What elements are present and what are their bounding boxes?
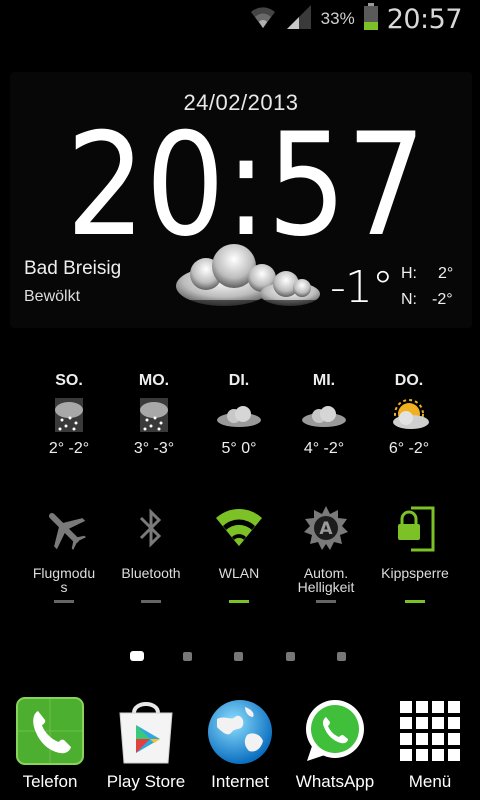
app-grid-icon	[382, 697, 478, 763]
high-label: H:	[401, 265, 417, 282]
toggle-kippsperre[interactable]: Kippsperre	[367, 504, 463, 604]
toggle-flugmodus[interactable]: Flugmodus	[16, 504, 112, 604]
phone-icon	[2, 697, 98, 765]
weather-condition: Bewölkt	[24, 288, 81, 305]
low-label: N:	[401, 291, 417, 308]
forecast-day[interactable]: SO. 2° -2°	[27, 372, 111, 458]
app-internet[interactable]: Internet	[192, 694, 288, 800]
play-store-icon	[98, 697, 194, 767]
forecast-temps: 2° -2°	[48, 440, 90, 457]
forecast-temps: 5° 0°	[221, 440, 257, 457]
status-bar[interactable]: 33% 20:57	[0, 0, 480, 38]
auto-brightness-icon: A	[278, 504, 374, 552]
battery-icon	[363, 2, 379, 36]
forecast-temps: 6° -2°	[388, 440, 430, 457]
toggle-label: Kippsperre	[381, 565, 449, 581]
airplane-icon	[16, 504, 112, 552]
cloud-icon	[162, 242, 330, 331]
toggle-auto-brightness[interactable]: A Autom. Helligkeit	[278, 504, 374, 604]
forecast-day-name: DO.	[394, 372, 424, 389]
whatsapp-icon	[287, 697, 383, 765]
app-whatsapp[interactable]: WhatsApp	[287, 694, 383, 800]
forecast-temps: 3° -3°	[133, 440, 175, 457]
signal-icon	[285, 4, 313, 35]
page-dot-active[interactable]	[130, 651, 144, 661]
toggle-state-indicator	[316, 600, 336, 603]
toggle-state-indicator	[54, 600, 74, 603]
current-temperature: -1°	[330, 262, 394, 313]
battery-percent: 33%	[320, 9, 355, 28]
cloud-icon	[299, 396, 349, 434]
page-dot[interactable]	[286, 652, 295, 661]
toggle-label: WLAN	[218, 565, 260, 581]
app-play-store[interactable]: Play Store	[98, 694, 194, 800]
quick-settings-widget: Flugmodus Bluetooth WLAN A Autom. Hellig…	[0, 504, 480, 604]
forecast-day-name: SO.	[55, 372, 83, 389]
toggle-state-indicator	[141, 600, 161, 603]
toggle-label: Bluetooth	[121, 565, 181, 581]
forecast-day-name: MO.	[138, 372, 170, 389]
toggle-label: Flugmodus	[32, 565, 96, 595]
svg-text:A: A	[319, 519, 333, 539]
rotation-lock-icon	[367, 504, 463, 552]
cloud-icon	[214, 396, 264, 434]
forecast-temps: 4° -2°	[303, 440, 345, 457]
snow-cloud-icon	[129, 396, 179, 434]
wifi-icon	[191, 504, 287, 552]
globe-icon	[192, 697, 288, 767]
low-value: -2°	[432, 291, 453, 308]
forecast-day[interactable]: DI. 5° 0°	[197, 372, 281, 458]
page-dot[interactable]	[337, 652, 346, 661]
page-dot[interactable]	[183, 652, 192, 661]
app-label: Telefon	[22, 772, 78, 791]
sun-cloud-icon	[384, 396, 434, 434]
app-dock: Telefon Play Store Internet WhatsApp Men…	[0, 694, 480, 800]
app-label: Internet	[211, 772, 269, 791]
forecast-day[interactable]: DO. 6° -2°	[367, 372, 451, 458]
weather-city: Bad Breisig	[24, 258, 122, 279]
forecast-day[interactable]: MO. 3° -3°	[112, 372, 196, 458]
snow-cloud-icon	[44, 396, 94, 434]
forecast-day[interactable]: MI. 4° -2°	[282, 372, 366, 458]
forecast-day-name: MI.	[312, 372, 336, 389]
high-value: 2°	[438, 265, 454, 282]
widget-time: 20:57	[66, 128, 426, 240]
toggle-bluetooth[interactable]: Bluetooth	[103, 504, 199, 604]
app-label: Play Store	[106, 772, 186, 791]
toggle-label: Autom. Helligkeit	[297, 565, 355, 595]
app-telefon[interactable]: Telefon	[2, 694, 98, 800]
weather-forecast[interactable]: SO. 2° -2° MO. 3° -3° DI. 5° 0° MI. 4° -…	[0, 372, 480, 462]
page-dot[interactable]	[234, 652, 243, 661]
app-menu[interactable]: Menü	[382, 694, 478, 800]
app-label: WhatsApp	[295, 772, 375, 791]
status-time: 20:57	[386, 3, 463, 35]
toggle-state-indicator	[229, 600, 249, 603]
bluetooth-icon	[103, 504, 199, 552]
toggle-state-indicator	[405, 600, 425, 603]
app-label: Menü	[408, 772, 452, 791]
forecast-day-name: DI.	[228, 372, 250, 389]
toggle-wlan[interactable]: WLAN	[191, 504, 287, 604]
home-page-indicator[interactable]	[0, 650, 480, 662]
svg-text:20:57: 20:57	[66, 128, 426, 240]
home-screen: 33% 20:57 24/02/2013 20:57 Bad Breisig B…	[0, 0, 480, 800]
widget-date: 24/02/2013	[183, 90, 299, 115]
wifi-status-icon	[249, 4, 277, 35]
clock-weather-widget[interactable]: 24/02/2013 20:57 Bad Breisig Bewölkt -1°…	[10, 72, 472, 328]
